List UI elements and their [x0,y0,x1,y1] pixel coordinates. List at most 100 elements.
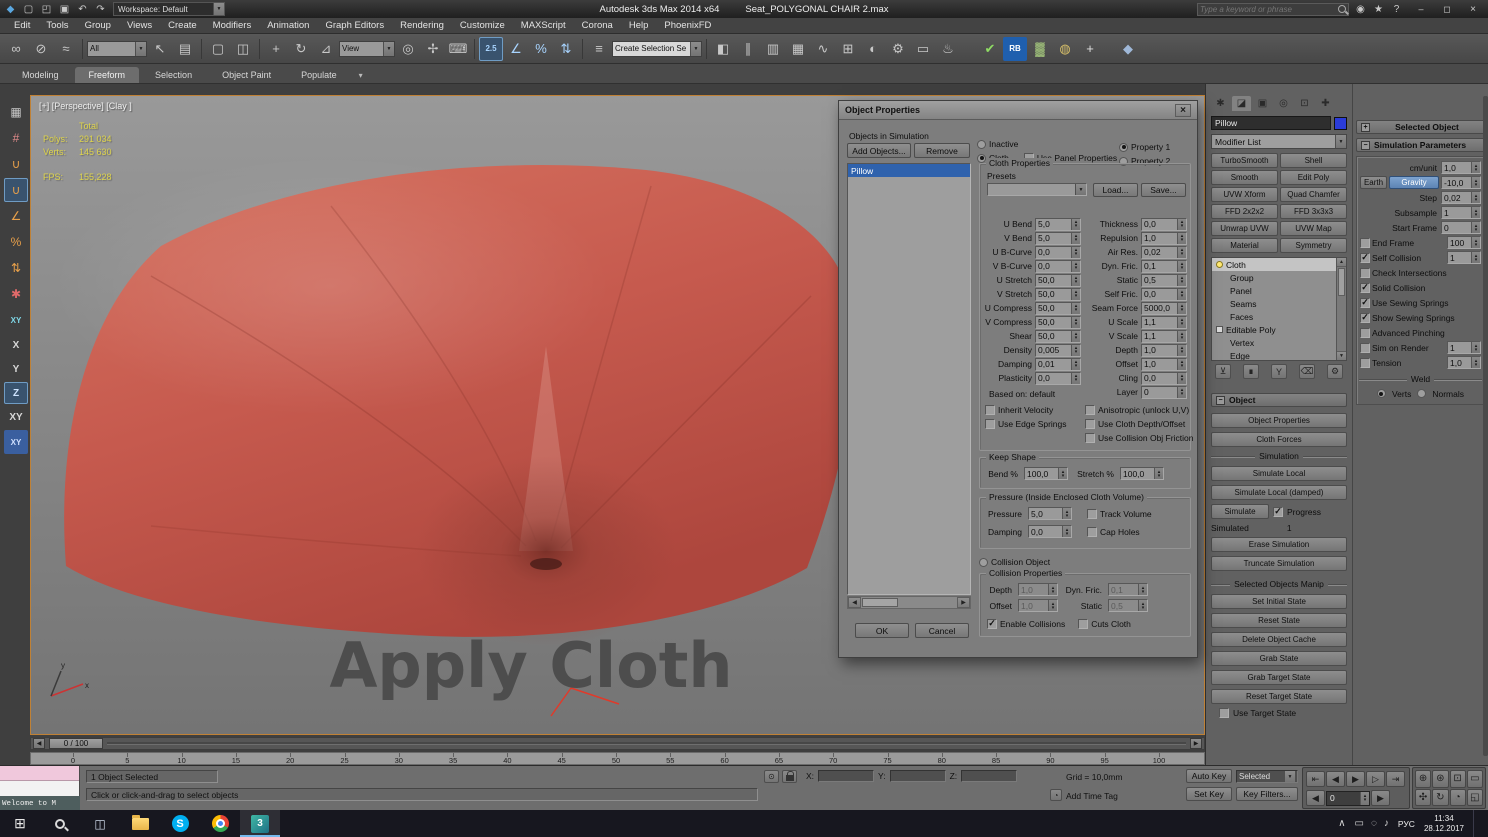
play-button[interactable]: ▶ [1346,771,1365,787]
depth-field[interactable]: 1,0 [1018,583,1058,596]
display-tab-icon[interactable]: ⊡ [1295,96,1314,111]
pressure-field[interactable]: 5,0 [1028,507,1072,520]
help-icon[interactable]: ? [1388,2,1405,17]
save-button[interactable]: Save... [1141,183,1186,197]
expand-icon[interactable]: + [1361,123,1370,132]
presets-dropdown[interactable] [987,183,1087,197]
scroll-up-icon[interactable]: ▲ [1337,258,1346,267]
param-shear-field[interactable]: 50,0 [1035,330,1081,343]
spinner-arrows[interactable] [1471,207,1480,218]
select-and-manipulate-icon[interactable]: ✢ [421,37,445,61]
z-field[interactable] [961,770,1017,782]
reference-coordinate-dropdown[interactable]: View [339,41,395,57]
param-seam-force-field[interactable]: 5000,0 [1141,302,1187,315]
use-sewing-springs-checkbox[interactable] [1360,298,1370,308]
restrict-plane-icon[interactable]: XY [4,430,28,454]
select-and-move-icon[interactable]: + [264,37,288,61]
modifier-button-turbosmooth[interactable]: TurboSmooth [1211,153,1278,168]
dropdown-arrow-icon[interactable] [1075,184,1086,195]
dropdown-arrow-icon[interactable] [1335,135,1346,148]
delete-object-cache-button[interactable]: Delete Object Cache [1211,632,1347,647]
remove-button[interactable]: Remove [914,143,970,158]
zoom-all-icon[interactable]: ⊛ [1432,770,1448,788]
spinner-arrows[interactable] [1071,233,1080,244]
collision-object-radio[interactable] [979,558,988,567]
spinner-arrows[interactable] [1177,317,1186,328]
modifier-button-uvw-xform[interactable]: UVW Xform [1211,187,1278,202]
spinner-arrows[interactable] [1138,600,1147,611]
pin-stack-icon[interactable]: ⊻ [1215,364,1231,379]
scroll-thumb[interactable] [1338,268,1345,296]
task-view-button[interactable]: ◫ [80,810,120,837]
menu-graph-editors[interactable]: Graph Editors [317,20,392,31]
zoom-region-icon[interactable]: ▭ [1467,770,1483,788]
gravity-field[interactable]: -10,0 [1441,176,1481,189]
cloth-object[interactable] [51,156,853,646]
show-sewing-springs-checkbox[interactable] [1360,313,1370,323]
maximize-button[interactable]: ◻ [1434,1,1460,17]
spinner-arrows[interactable] [1062,526,1071,537]
start-button[interactable]: ⊞ [0,810,40,837]
spinner-arrows[interactable] [1058,468,1067,479]
select-and-link-icon[interactable]: ∞ [4,37,28,61]
menu-help[interactable]: Help [621,20,657,31]
phoenix-toolbar-icon[interactable]: + [1078,37,1102,61]
railclone-icon[interactable]: RB [1003,37,1027,61]
menu-rendering[interactable]: Rendering [392,20,452,31]
motion-tab-icon[interactable]: ◎ [1274,96,1293,111]
spinner-arrows[interactable] [1071,317,1080,328]
previous-key-button[interactable]: ◀ [1306,790,1325,806]
simulation-objects-list[interactable]: Pillow [847,163,971,595]
stack-item-editable-poly[interactable]: Editable Poly [1212,323,1336,336]
tray-chevron-icon[interactable]: ∧ [1338,818,1345,829]
create-tab-icon[interactable]: ✱ [1211,96,1230,111]
selection-lock-icon[interactable] [782,770,797,783]
restrict-y-button[interactable]: Y [4,358,28,380]
macro-recorder-line[interactable] [0,766,79,781]
spinner-arrows[interactable] [1360,792,1369,805]
subsample-field[interactable]: 1 [1441,206,1481,219]
spinner-arrows[interactable] [1071,331,1080,342]
tension-field[interactable]: 1,0 [1447,356,1481,369]
chrome-button[interactable] [200,810,240,837]
load-button[interactable]: Load... [1093,183,1138,197]
tray-icon-b[interactable]: ◌ [1371,818,1377,829]
rendered-frame-icon[interactable]: ▭ [911,37,935,61]
panel-scrollbar[interactable] [1483,96,1488,756]
select-and-scale-icon[interactable]: ⊿ [314,37,338,61]
weld-normals-radio[interactable] [1417,389,1426,398]
skype-button[interactable]: S [160,810,200,837]
auto-key-button[interactable]: Auto Key [1186,769,1232,783]
isolate-selection-icon[interactable]: ⊙ [764,770,779,783]
snaps-use-axis-icon[interactable]: ✱ [4,282,28,306]
multiscatter-icon[interactable]: ◍ [1053,37,1077,61]
snap-3d-icon[interactable]: ∪ [4,152,28,176]
spinner-arrows[interactable] [1471,237,1480,248]
spinner-arrows[interactable] [1177,303,1186,314]
param-repulsion-field[interactable]: 1,0 [1141,232,1187,245]
spinner-arrows[interactable] [1471,162,1480,173]
sign-in-icon[interactable]: ◉ [1352,2,1369,17]
snaps-toggle-icon[interactable]: 2.5 [479,37,503,61]
bend-field[interactable]: 100,0 [1024,467,1068,480]
restrict-x-button[interactable]: X [4,334,28,356]
reset-state-button[interactable]: Reset State [1211,613,1347,628]
param-u-compress-field[interactable]: 50,0 [1035,302,1081,315]
save-icon[interactable]: ▣ [56,2,73,17]
spinner-arrows[interactable] [1071,247,1080,258]
frame-number-field[interactable]: 0 [1326,791,1370,806]
coll-static-field[interactable]: 0,5 [1108,599,1148,612]
grab-target-state-button[interactable]: Grab Target State [1211,670,1347,685]
menu-corona[interactable]: Corona [574,20,621,31]
dropdown-arrow-icon[interactable] [383,42,394,56]
spinner-snap-icon[interactable]: ⇅ [554,37,578,61]
param-depth-field[interactable]: 1,0 [1141,344,1187,357]
minimize-button[interactable]: – [1408,1,1434,17]
param-self-fric-field[interactable]: 0,0 [1141,288,1187,301]
set-key-button[interactable]: Set Key [1186,787,1232,801]
scroll-thumb[interactable] [862,598,898,607]
cuts-cloth-checkbox[interactable] [1078,619,1088,629]
list-horizontal-scrollbar[interactable]: ◀ ▶ [847,596,971,609]
vray-check-icon[interactable]: ✔ [978,37,1002,61]
param-v-b-curve-field[interactable]: 0,0 [1035,260,1081,273]
